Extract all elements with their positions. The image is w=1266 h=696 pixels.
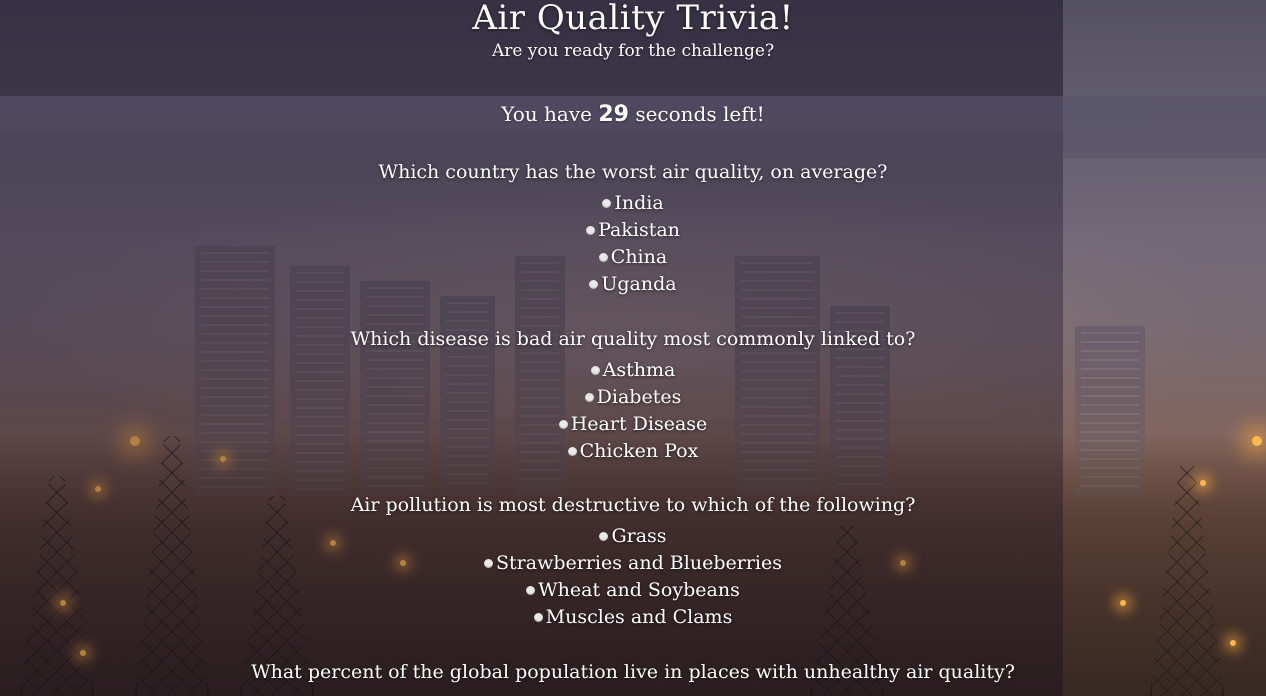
radio-button-icon[interactable]: [598, 252, 608, 262]
radio-button-icon[interactable]: [589, 279, 599, 289]
answer-option[interactable]: Heart Disease: [0, 411, 1266, 438]
timer-suffix: seconds left!: [635, 102, 765, 126]
answer-label: Diabetes: [596, 386, 682, 408]
radio-button-icon[interactable]: [567, 446, 577, 456]
radio-button-icon[interactable]: [590, 365, 600, 375]
timer-seconds: 29: [598, 102, 629, 127]
question-3: Air pollution is most destructive to whi…: [0, 493, 1266, 631]
radio-button-icon[interactable]: [558, 419, 568, 429]
countdown-timer: You have 29 seconds left!: [0, 100, 1266, 129]
answer-option[interactable]: Pakistan: [0, 217, 1266, 244]
question-text: Which disease is bad air quality most co…: [350, 328, 916, 350]
answer-option[interactable]: Diabetes: [0, 384, 1266, 411]
page-header: Air Quality Trivia! Are you ready for th…: [0, 0, 1266, 62]
answer-label: China: [610, 246, 668, 268]
timer-prefix: You have: [501, 102, 592, 126]
radio-button-icon[interactable]: [533, 612, 543, 622]
answer-option[interactable]: Wheat and Soybeans: [0, 577, 1266, 604]
answer-options: Grass Strawberries and Blueberries Wheat…: [0, 523, 1266, 631]
page-subtitle: Are you ready for the challenge?: [491, 41, 775, 61]
question-4: What percent of the global population li…: [0, 660, 1266, 690]
radio-button-icon[interactable]: [584, 392, 594, 402]
answer-label: Strawberries and Blueberries: [496, 552, 782, 574]
answer-option[interactable]: Chicken Pox: [0, 438, 1266, 465]
question-2: Which disease is bad air quality most co…: [0, 327, 1266, 465]
page-title: Air Quality Trivia!: [472, 0, 794, 38]
question-text: Which country has the worst air quality,…: [378, 161, 888, 183]
question-1: Which country has the worst air quality,…: [0, 160, 1266, 298]
answer-option[interactable]: Uganda: [0, 271, 1266, 298]
answer-label: Asthma: [602, 359, 676, 381]
radio-button-icon[interactable]: [602, 198, 612, 208]
answer-label: Grass: [611, 525, 667, 547]
answer-options: India Pakistan China Uganda: [0, 190, 1266, 298]
answer-option[interactable]: Strawberries and Blueberries: [0, 550, 1266, 577]
question-text: What percent of the global population li…: [251, 661, 1015, 683]
answer-label: Wheat and Soybeans: [538, 579, 740, 601]
radio-button-icon[interactable]: [484, 558, 494, 568]
answer-label: Pakistan: [598, 219, 680, 241]
answer-label: Chicken Pox: [579, 440, 699, 462]
radio-button-icon[interactable]: [599, 531, 609, 541]
answer-label: Muscles and Clams: [545, 606, 733, 628]
answer-options: Asthma Diabetes Heart Disease Chicken Po…: [0, 357, 1266, 465]
question-text: Air pollution is most destructive to whi…: [350, 494, 916, 516]
radio-button-icon[interactable]: [526, 585, 536, 595]
radio-button-icon[interactable]: [586, 225, 596, 235]
answer-option[interactable]: Asthma: [0, 357, 1266, 384]
answer-label: Heart Disease: [570, 413, 708, 435]
answer-option[interactable]: Grass: [0, 523, 1266, 550]
answer-label: India: [614, 192, 664, 214]
answer-option[interactable]: Muscles and Clams: [0, 604, 1266, 631]
answer-label: Uganda: [601, 273, 677, 295]
answer-option[interactable]: China: [0, 244, 1266, 271]
trivia-page: Air Quality Trivia! Are you ready for th…: [0, 0, 1266, 696]
answer-option[interactable]: India: [0, 190, 1266, 217]
